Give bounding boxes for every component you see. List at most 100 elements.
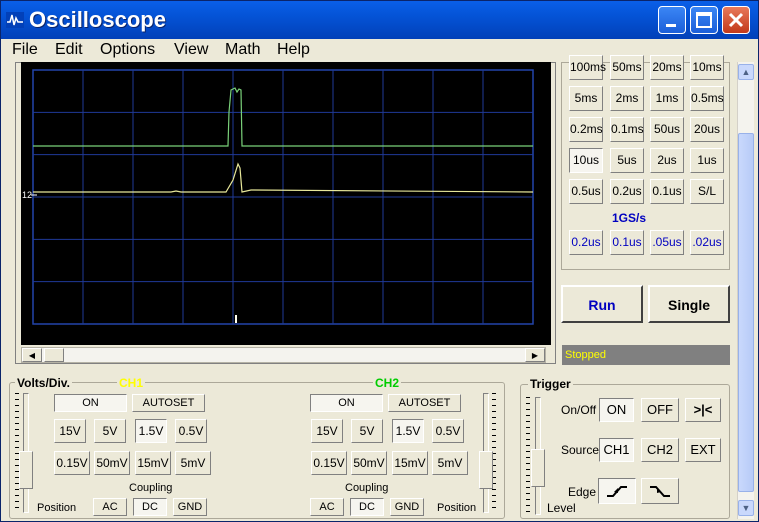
ch1-ranges-5mV[interactable]: 5mV xyxy=(175,451,211,475)
trigger-source-ch2[interactable]: CH2 xyxy=(641,438,679,462)
timebase-button-50us[interactable]: 50us xyxy=(650,117,684,142)
timebase-button-20ms[interactable]: 20ms xyxy=(650,55,684,80)
ch1-ranges-15mV[interactable]: 15mV xyxy=(135,451,171,475)
scroll-right-arrow[interactable]: ▶ xyxy=(525,348,545,362)
slider-tick xyxy=(526,409,530,410)
timebase-button-S-L[interactable]: S/L xyxy=(690,179,724,204)
close-button[interactable] xyxy=(722,6,750,34)
timebase-button-2ms[interactable]: 2ms xyxy=(610,86,644,111)
ch2-ranges-5mV[interactable]: 5mV xyxy=(432,451,468,475)
trigger-level-slider[interactable] xyxy=(531,449,545,487)
slider-tick xyxy=(492,393,496,394)
ch1-ranges-5V[interactable]: 5V xyxy=(94,419,126,443)
ch2-ranges-15V[interactable]: 15V xyxy=(311,419,343,443)
timebase-button-100ms[interactable]: 100ms xyxy=(569,55,606,80)
scroll-down-arrow[interactable]: ▼ xyxy=(738,500,754,516)
ch1-ranges-50mV[interactable]: 50mV xyxy=(94,451,130,475)
ch2-coupling-dc[interactable]: DC xyxy=(350,498,384,516)
fast-timebase-button-3[interactable]: .02us xyxy=(690,230,724,255)
single-button[interactable]: Single xyxy=(648,285,730,323)
timebase-button-2us[interactable]: 2us xyxy=(650,148,684,173)
timebase-button-10ms[interactable]: 10ms xyxy=(690,55,724,80)
timebase-button-1us[interactable]: 1us xyxy=(690,148,724,173)
ch2-ranges-5V[interactable]: 5V xyxy=(351,419,383,443)
menu-file[interactable]: File xyxy=(12,41,38,59)
ch2-coupling-gnd[interactable]: GND xyxy=(390,498,424,516)
slider-tick xyxy=(526,475,530,476)
vertical-scroll-thumb[interactable] xyxy=(738,133,754,492)
ch1-position-slider[interactable] xyxy=(19,451,33,489)
maximize-icon xyxy=(696,12,712,28)
rising-edge-icon xyxy=(607,486,627,497)
ch1-coupling-ac[interactable]: AC xyxy=(93,498,127,516)
slider-tick xyxy=(526,511,530,512)
title-bar[interactable]: Oscilloscope xyxy=(1,1,758,39)
ch2-ranges-50mV[interactable]: 50mV xyxy=(351,451,387,475)
ch1-coupling-gnd[interactable]: GND xyxy=(173,498,207,516)
ch1-autoset-button[interactable]: AUTOSET xyxy=(132,394,205,412)
ch1-coupling-dc[interactable]: DC xyxy=(133,498,167,516)
horizontal-scrollbar[interactable]: ◀ ▶ xyxy=(21,347,546,363)
timebase-button-0-5ms[interactable]: 0.5ms xyxy=(690,86,724,111)
timebase-button-0-2ms[interactable]: 0.2ms xyxy=(569,117,603,142)
trigger-center-button[interactable]: >|< xyxy=(685,398,721,422)
close-icon xyxy=(728,12,744,28)
fast-timebase-button-2[interactable]: .05us xyxy=(650,230,684,255)
trigger-off-button[interactable]: OFF xyxy=(641,398,679,422)
ch1-on-button[interactable]: ON xyxy=(54,394,127,412)
vertical-scrollbar[interactable]: ▲ ▼ xyxy=(737,62,754,519)
slider-tick xyxy=(526,457,530,458)
timebase-button-0-5us[interactable]: 0.5us xyxy=(569,179,603,204)
slider-tick xyxy=(492,447,496,448)
scope-display[interactable]: 12 xyxy=(21,62,551,345)
ch2-coupling-ac[interactable]: AC xyxy=(310,498,344,516)
maximize-button[interactable] xyxy=(690,6,718,34)
status-bar: Stopped xyxy=(562,345,730,365)
ch2-ranges-1-5V[interactable]: 1.5V xyxy=(392,419,424,443)
ch2-position-slider[interactable] xyxy=(479,451,493,489)
menu-math[interactable]: Math xyxy=(225,41,261,59)
menu-help[interactable]: Help xyxy=(277,41,310,59)
timebase-button-10us[interactable]: 10us xyxy=(569,148,603,173)
timebase-button-5ms[interactable]: 5ms xyxy=(569,86,603,111)
timebase-button-0-1ms[interactable]: 0.1ms xyxy=(610,117,644,142)
timebase-button-5us[interactable]: 5us xyxy=(610,148,644,173)
ch2-ranges-15mV[interactable]: 15mV xyxy=(392,451,428,475)
run-button[interactable]: Run xyxy=(561,285,643,323)
ch2-ranges-0-15V[interactable]: 0.15V xyxy=(311,451,347,475)
timebase-button-0-2us[interactable]: 0.2us xyxy=(610,179,644,204)
scroll-up-arrow[interactable]: ▲ xyxy=(738,64,754,80)
timebase-button-20us[interactable]: 20us xyxy=(690,117,724,142)
trigger-on-button[interactable]: ON xyxy=(599,398,634,422)
minimize-button[interactable] xyxy=(658,6,686,34)
trigger-source-ext[interactable]: EXT xyxy=(685,438,721,462)
falling-edge-button[interactable] xyxy=(641,478,679,504)
rising-edge-button[interactable] xyxy=(598,478,636,504)
menu-edit[interactable]: Edit xyxy=(55,41,83,59)
trigger-source-ch1[interactable]: CH1 xyxy=(599,438,634,462)
slider-tick xyxy=(15,447,19,448)
timebase-button-50ms[interactable]: 50ms xyxy=(610,55,644,80)
menu-view[interactable]: View xyxy=(174,41,208,59)
slider-tick xyxy=(526,493,530,494)
channel-marker: 12 xyxy=(22,190,32,200)
fast-timebase-button-0[interactable]: 0.2us xyxy=(569,230,603,255)
ch2-ranges-0-5V[interactable]: 0.5V xyxy=(432,419,464,443)
fast-timebase-button-1[interactable]: 0.1us xyxy=(610,230,644,255)
menu-options[interactable]: Options xyxy=(100,41,155,59)
ch1-ranges-0-15V[interactable]: 0.15V xyxy=(54,451,90,475)
menu-bar: File Edit Options View Math Help xyxy=(1,39,758,62)
ch1-ranges-0-5V[interactable]: 0.5V xyxy=(175,419,207,443)
ch2-on-button[interactable]: ON xyxy=(310,394,383,412)
slider-tick xyxy=(492,501,496,502)
ch2-autoset-button[interactable]: AUTOSET xyxy=(388,394,461,412)
ch1-ranges-1-5V[interactable]: 1.5V xyxy=(135,419,167,443)
slider-tick xyxy=(492,405,496,406)
trigger-edge-label: Edge xyxy=(568,485,597,499)
timebase-button-1ms[interactable]: 1ms xyxy=(650,86,684,111)
ch1-ranges-15V[interactable]: 15V xyxy=(54,419,86,443)
timebase-button-0-1us[interactable]: 0.1us xyxy=(650,179,684,204)
scroll-left-arrow[interactable]: ◀ xyxy=(22,348,42,362)
slider-tick xyxy=(526,481,530,482)
horizontal-scroll-thumb[interactable] xyxy=(44,348,64,362)
